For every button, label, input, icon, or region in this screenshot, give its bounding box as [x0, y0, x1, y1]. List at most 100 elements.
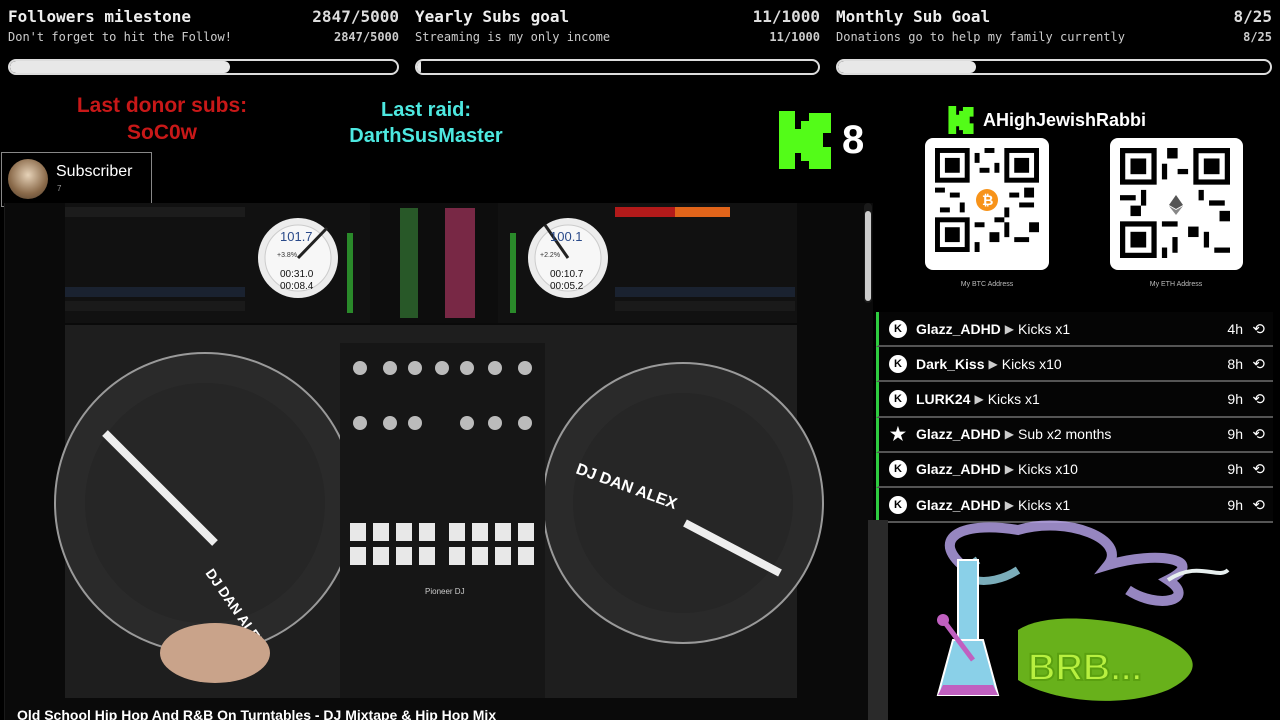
last-raid-name: DarthSusMaster — [349, 125, 503, 147]
goal-title: Followers milestone — [8, 7, 192, 26]
replay-icon[interactable]: ⟲ — [1252, 425, 1265, 443]
event-time: 9h — [1227, 496, 1243, 513]
list-item: ★ Glazz_ADHD ▶ Sub x2 months 9h ⟲ — [876, 417, 1273, 453]
list-item: K Dark_Kiss ▶ Kicks x10 8h ⟲ — [876, 347, 1273, 383]
btc-qr-code: ₿ — [925, 138, 1049, 270]
brb-bong-graphic: BRB... — [936, 520, 1230, 701]
last-donor-widget: Last donor subs: SoC0w — [60, 92, 264, 146]
goal-count: 11/1000 — [752, 7, 820, 26]
last-donor-label: Last donor subs: — [76, 94, 248, 117]
goal-count: 8/25 — [1233, 7, 1272, 26]
goal-count-secondary: 11/1000 — [769, 30, 820, 44]
chevron-right-icon: ▶ — [1004, 427, 1015, 442]
mixer-brand: Pioneer DJ — [425, 587, 465, 596]
event-action: Kicks x10 — [1001, 355, 1062, 372]
goal-subtitle: Donations go to help my family currently — [836, 30, 1125, 44]
last-raid-widget: Last raid: DarthSusMaster — [330, 97, 522, 149]
kick-logo-icon — [948, 106, 974, 134]
deck-left-remain: 00:08.4 — [280, 281, 314, 292]
chevron-right-icon: ▶ — [974, 391, 984, 406]
deck-right-bpm: 100.1 — [550, 229, 583, 244]
goal-progress-fill — [417, 61, 422, 73]
video-caption: Old School Hip Hop And R&B On Turntables… — [17, 707, 497, 720]
video-scrollbar[interactable] — [864, 203, 872, 303]
ethereum-icon — [1166, 194, 1186, 216]
replay-icon[interactable]: ⟲ — [1252, 355, 1265, 373]
event-action: Sub x2 months — [1018, 426, 1112, 443]
event-action: Kicks x1 — [1018, 320, 1071, 337]
goal-title: Monthly Sub Goal — [836, 7, 991, 26]
streamer-header: AHighJewishRabbi — [947, 106, 1146, 134]
deck-right-elapsed: 00:10.7 — [550, 269, 584, 280]
replay-icon[interactable]: ⟲ — [1252, 390, 1265, 408]
video-player[interactable]: 101.7 +3.8% 00:31.0 00:08.4 100.1 +2.2% … — [4, 203, 873, 720]
chevron-right-icon: ▶ — [1004, 462, 1015, 477]
dj-video-frame: 101.7 +3.8% 00:31.0 00:08.4 100.1 +2.2% … — [54, 203, 824, 698]
goal-yearly-subs: Yearly Subs goal 11/1000 Streaming is my … — [415, 0, 820, 80]
subscriber-label: Subscriber — [56, 163, 133, 180]
event-time: 8h — [1227, 355, 1243, 372]
bitcoin-icon: ₿ — [976, 189, 998, 211]
goal-progress-fill — [10, 61, 231, 73]
goal-count: 2847/5000 — [312, 7, 399, 26]
list-item: K LURK24 ▶ Kicks x1 9h ⟲ — [876, 382, 1273, 418]
event-user: Dark_Kiss — [916, 355, 985, 372]
event-time: 9h — [1227, 426, 1243, 443]
deck-left-bpm: 101.7 — [280, 229, 313, 244]
goal-count-secondary: 2847/5000 — [333, 30, 399, 44]
eth-qr-code — [1110, 138, 1243, 270]
event-user: LURK24 — [916, 390, 971, 407]
kick-icon: K — [889, 354, 907, 373]
list-item: K Glazz_ADHD ▶ Kicks x1 4h ⟲ — [876, 312, 1273, 348]
goal-subtitle: Don't forget to hit the Follow! — [8, 30, 232, 44]
kick-logo-icon — [779, 111, 831, 169]
event-time: 9h — [1227, 390, 1243, 407]
star-icon: ★ — [889, 423, 907, 444]
deck-left-elapsed: 00:31.0 — [280, 269, 314, 280]
last-donor-name: SoC0w — [126, 121, 197, 144]
scroll-thumb[interactable] — [865, 211, 871, 301]
list-item: K Glazz_ADHD ▶ Kicks x1 9h ⟲ — [876, 487, 1273, 524]
last-raid-label: Last raid: — [380, 99, 472, 121]
goal-followers: Followers milestone 2847/5000 Don't forge… — [8, 0, 399, 80]
deck-left-pitch: +3.8% — [277, 252, 297, 259]
goal-progress-fill — [838, 61, 977, 73]
chevron-right-icon: ▶ — [1004, 321, 1015, 336]
kick-icon: K — [889, 460, 907, 479]
replay-icon[interactable]: ⟲ — [1252, 320, 1265, 338]
event-action: Kicks x1 — [1018, 496, 1071, 513]
event-action: Kicks x10 — [1018, 461, 1078, 478]
events-feed: K Glazz_ADHD ▶ Kicks x1 4h ⟲ K Dark_Kiss ▶ Ki… — [876, 312, 1273, 524]
kick-icon: K — [889, 319, 907, 338]
svg-text:₿: ₿ — [982, 192, 993, 208]
kick-count: 8 — [842, 118, 865, 162]
avatar — [8, 159, 48, 199]
goal-monthly-subs: Monthly Sub Goal 8/25 Donations go to hel… — [836, 0, 1272, 80]
event-user: Glazz_ADHD — [916, 461, 1001, 478]
kick-icon: K — [889, 389, 907, 408]
streamer-name: AHighJewishRabbi — [983, 109, 1147, 130]
event-user: Glazz_ADHD — [916, 496, 1001, 513]
btc-address-label: My BTC Address — [960, 281, 1014, 288]
event-time: 9h — [1227, 461, 1243, 478]
deck-right-pitch: +2.2% — [540, 252, 560, 259]
goal-progress-bar — [836, 59, 1272, 75]
subscriber-count: 7 — [57, 184, 62, 193]
replay-icon[interactable]: ⟲ — [1252, 460, 1265, 478]
goal-subtitle: Streaming is my only income — [415, 30, 611, 44]
event-user: Glazz_ADHD — [916, 426, 1001, 443]
kick-icon: K — [889, 495, 907, 514]
brb-text: BRB... — [1028, 647, 1142, 689]
eth-address-label: My ETH Address — [1149, 281, 1203, 288]
event-user: Glazz_ADHD — [916, 320, 1001, 337]
replay-icon[interactable]: ⟲ — [1252, 496, 1265, 514]
goal-progress-bar — [8, 59, 399, 75]
chevron-right-icon: ▶ — [1004, 497, 1015, 512]
list-item: K Glazz_ADHD ▶ Kicks x10 9h ⟲ — [876, 452, 1273, 488]
event-action: Kicks x1 — [987, 390, 1040, 407]
goal-title: Yearly Subs goal — [415, 7, 570, 26]
goal-progress-bar — [415, 59, 820, 75]
latest-subscriber-card: Subscriber 7 — [1, 152, 152, 207]
event-time: 4h — [1227, 320, 1243, 337]
chevron-right-icon: ▶ — [988, 356, 998, 371]
